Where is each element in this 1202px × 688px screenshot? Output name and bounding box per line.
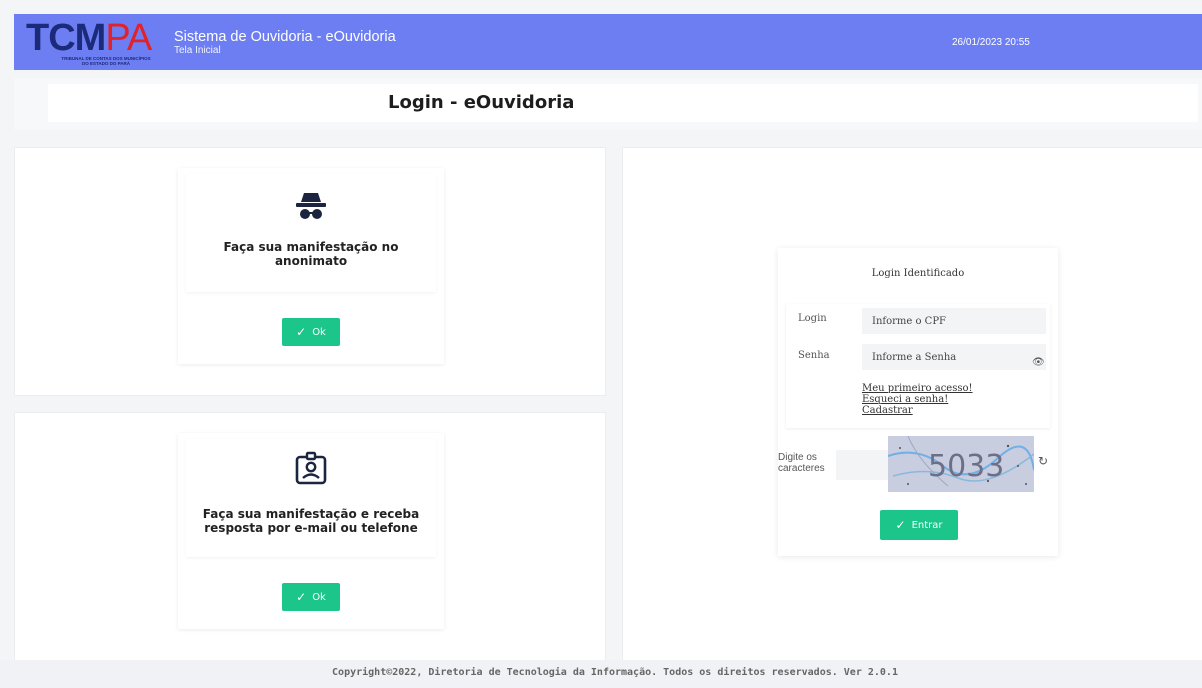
- login-form: Login Senha 👁 Meu primeiro acesso! Esque…: [786, 304, 1050, 428]
- eye-icon[interactable]: 👁: [1032, 357, 1045, 368]
- logo-pa: PA: [105, 17, 152, 59]
- anonymous-card-body: Faça sua manifestação no anonimato: [186, 174, 436, 292]
- footer: Copyright©2022, Diretoria de Tecnologia …: [0, 660, 1202, 688]
- captcha-label-line2: caracteres: [778, 463, 825, 474]
- refresh-captcha-icon[interactable]: ↻: [1038, 454, 1048, 468]
- identified-ok-button[interactable]: ✓ Ok: [282, 583, 340, 611]
- captcha-label-line1: Digite os: [778, 452, 817, 463]
- title-bar: Login - eOuvidoria: [14, 78, 1202, 130]
- check-icon: ✓: [296, 325, 307, 339]
- title-card: Login - eOuvidoria: [48, 84, 1198, 122]
- captcha-label: Digite os caracteres: [778, 452, 825, 474]
- anonymous-panel: Faça sua manifestação no anonimato ✓ Ok: [14, 147, 606, 396]
- user-badge-icon: [295, 451, 327, 485]
- logo-text: TCMPA: [26, 17, 152, 59]
- password-label: Senha: [798, 350, 830, 361]
- register-link[interactable]: Cadastrar: [862, 405, 913, 416]
- tcmpa-logo: TCMPA TRIBUNAL DE CONTAS DOS MUNICÍPIOS …: [24, 18, 184, 68]
- login-card: Login Identificado Login Senha 👁 Meu pri…: [778, 248, 1058, 556]
- anonymous-card: Faça sua manifestação no anonimato ✓ Ok: [178, 168, 444, 364]
- datetime: 26/01/2023 20:55: [952, 37, 1030, 48]
- anonymous-text-line1: Faça sua manifestação no: [223, 240, 399, 254]
- submit-label: Entrar: [911, 519, 943, 531]
- captcha-image: 5033: [888, 436, 1034, 492]
- anonymous-text-line2: anonimato: [274, 254, 348, 268]
- captcha-input[interactable]: [836, 450, 890, 480]
- logo-sub-line2: DO ESTADO DO PARÁ: [81, 61, 131, 66]
- page-title: Login - eOuvidoria: [388, 92, 575, 113]
- logo-subtitle: TRIBUNAL DE CONTAS DOS MUNICÍPIOS DO EST…: [26, 56, 186, 66]
- identified-panel: Faça sua manifestação e receba resposta …: [14, 412, 606, 662]
- incognito-icon: [296, 193, 326, 219]
- anonymous-ok-button[interactable]: ✓ Ok: [282, 318, 340, 346]
- submit-button[interactable]: ✓ Entrar: [880, 510, 958, 540]
- identified-card: Faça sua manifestação e receba resposta …: [178, 433, 444, 629]
- anonymous-text: Faça sua manifestação no anonimato: [186, 240, 436, 268]
- logo-tcm: TCM: [26, 17, 106, 59]
- anonymous-ok-label: Ok: [312, 326, 326, 338]
- app-header: TCMPA TRIBUNAL DE CONTAS DOS MUNICÍPIOS …: [14, 14, 1202, 70]
- check-icon: ✓: [895, 518, 906, 532]
- cpf-input[interactable]: [862, 308, 1046, 334]
- captcha-text: 5033: [928, 449, 1004, 484]
- login-label: Login: [798, 313, 827, 324]
- forgot-password-link[interactable]: Esqueci a senha!: [862, 394, 948, 405]
- system-title: Sistema de Ouvidoria - eOuvidoria: [174, 29, 396, 45]
- check-icon: ✓: [296, 590, 307, 604]
- copyright-text: Copyright©2022, Diretoria de Tecnologia …: [332, 667, 898, 678]
- identified-card-body: Faça sua manifestação e receba resposta …: [186, 439, 436, 557]
- identified-text-line2: resposta por e-mail ou telefone: [204, 521, 418, 535]
- screen-subtitle: Tela Inicial: [174, 45, 221, 56]
- first-access-link[interactable]: Meu primeiro acesso!: [862, 383, 973, 394]
- identified-text: Faça sua manifestação e receba resposta …: [186, 507, 436, 535]
- password-input[interactable]: [862, 344, 1046, 370]
- login-heading: Login Identificado: [871, 268, 965, 279]
- identified-ok-label: Ok: [312, 591, 326, 603]
- identified-text-line1: Faça sua manifestação e receba: [202, 507, 420, 521]
